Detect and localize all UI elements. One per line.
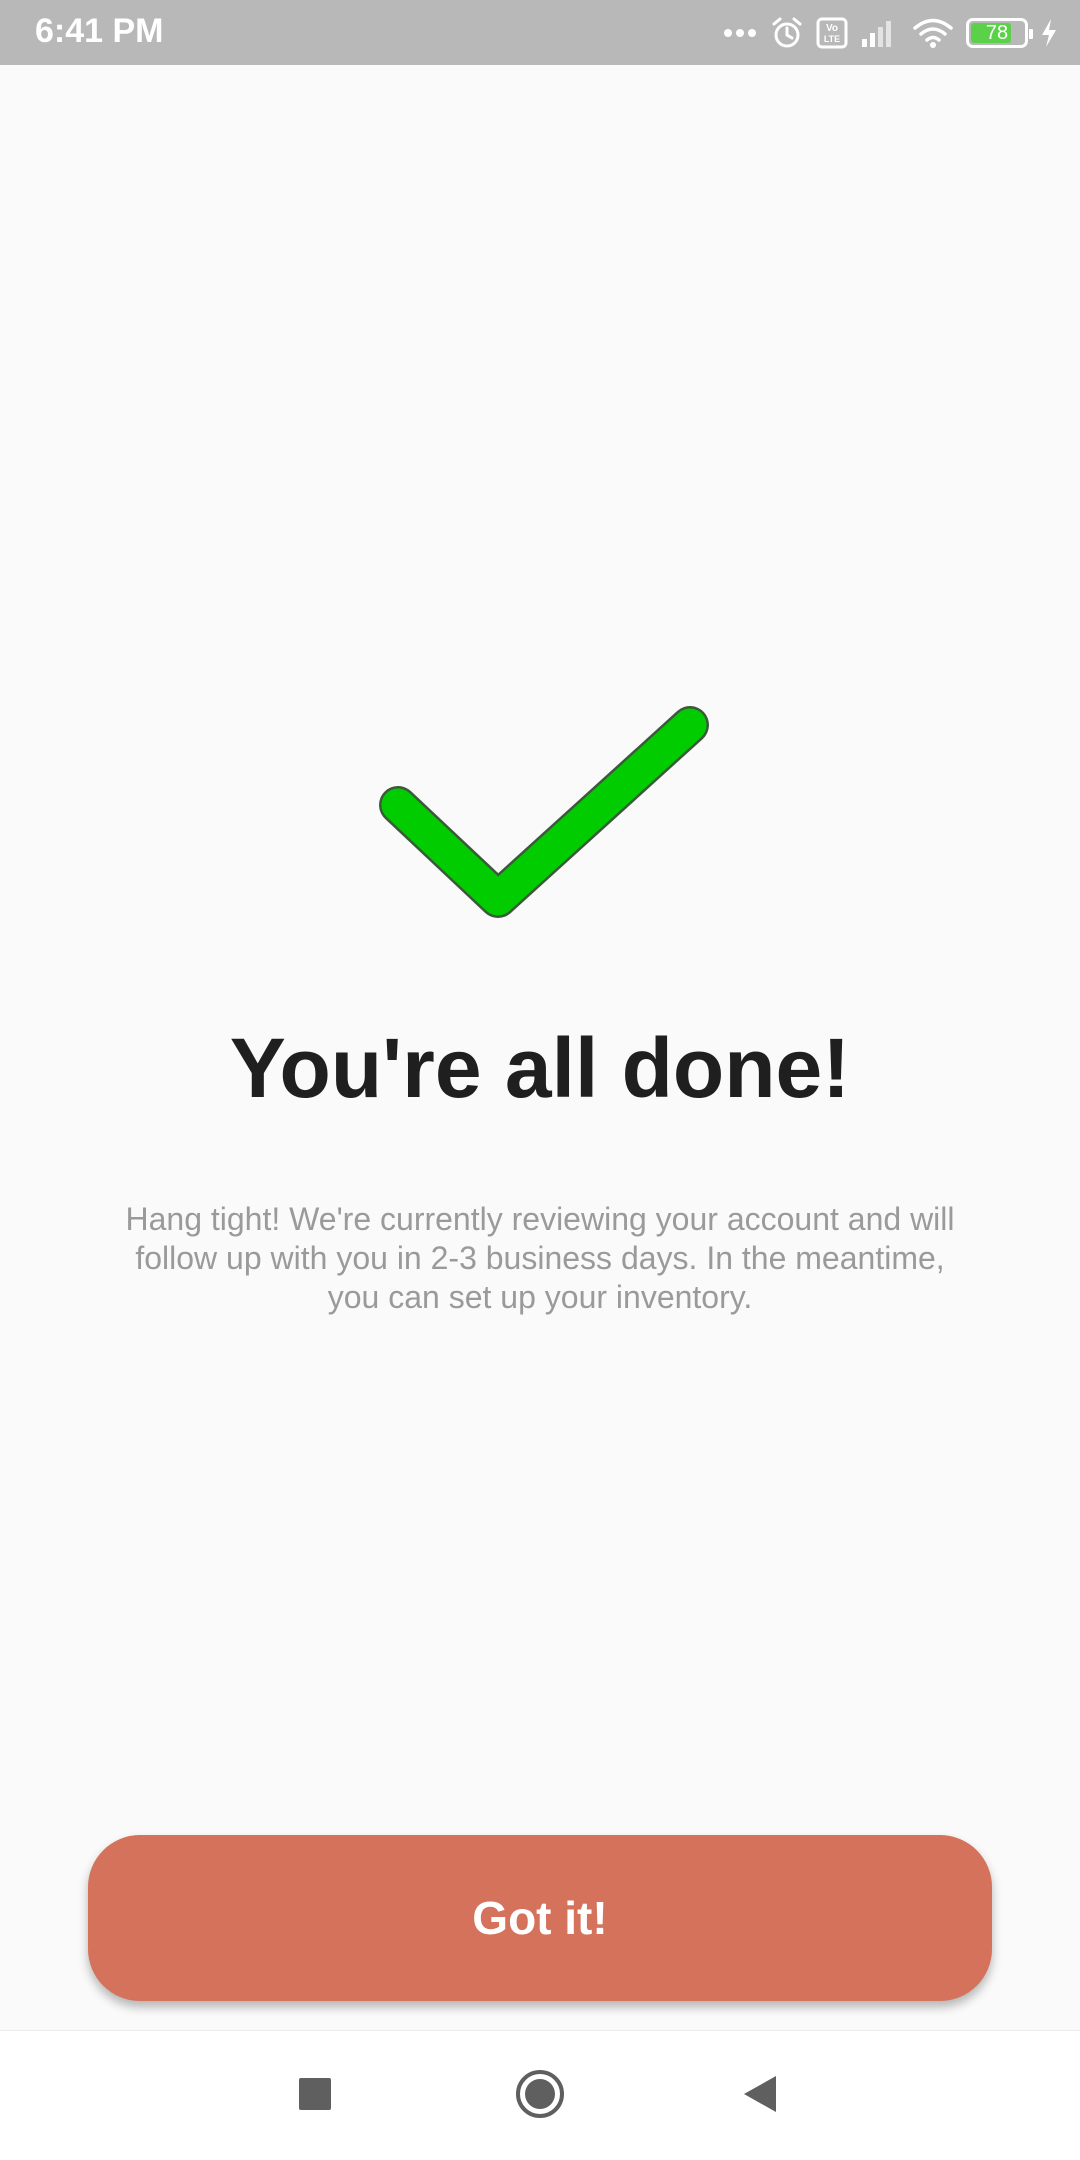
more-dots-icon <box>722 27 758 39</box>
back-triangle-icon <box>742 2074 778 2119</box>
status-icons: Vo LTE 78 <box>722 10 1058 56</box>
battery-cap <box>1029 29 1033 39</box>
home-button[interactable] <box>480 2031 600 2160</box>
volte-icon: Vo LTE <box>816 17 848 49</box>
signal-icon <box>860 17 900 49</box>
battery-level: 78 <box>985 22 1009 44</box>
back-button[interactable] <box>700 2031 820 2160</box>
svg-text:LTE: LTE <box>824 34 840 44</box>
checkmark-icon <box>368 705 710 942</box>
recents-button[interactable] <box>255 2031 375 2160</box>
recents-square-icon <box>298 2077 332 2116</box>
charging-icon <box>1040 18 1058 48</box>
screen: 6:41 PM Vo LTE 78 You're all done! Hang … <box>0 0 1080 2160</box>
svg-text:Vo: Vo <box>826 23 838 34</box>
home-circle-icon <box>514 2068 566 2125</box>
wifi-icon <box>912 17 954 49</box>
alarm-icon <box>770 16 804 50</box>
status-time: 6:41 PM <box>35 12 164 50</box>
review-message: Hang tight! We're currently reviewing yo… <box>125 1201 955 1315</box>
status-bar: 6:41 PM Vo LTE 78 <box>0 0 1080 65</box>
got-it-button[interactable]: Got it! <box>88 1835 992 2001</box>
navigation-bar <box>0 2030 1080 2160</box>
page-title: You're all done! <box>229 1021 851 1115</box>
battery-icon: 78 <box>966 18 1033 48</box>
